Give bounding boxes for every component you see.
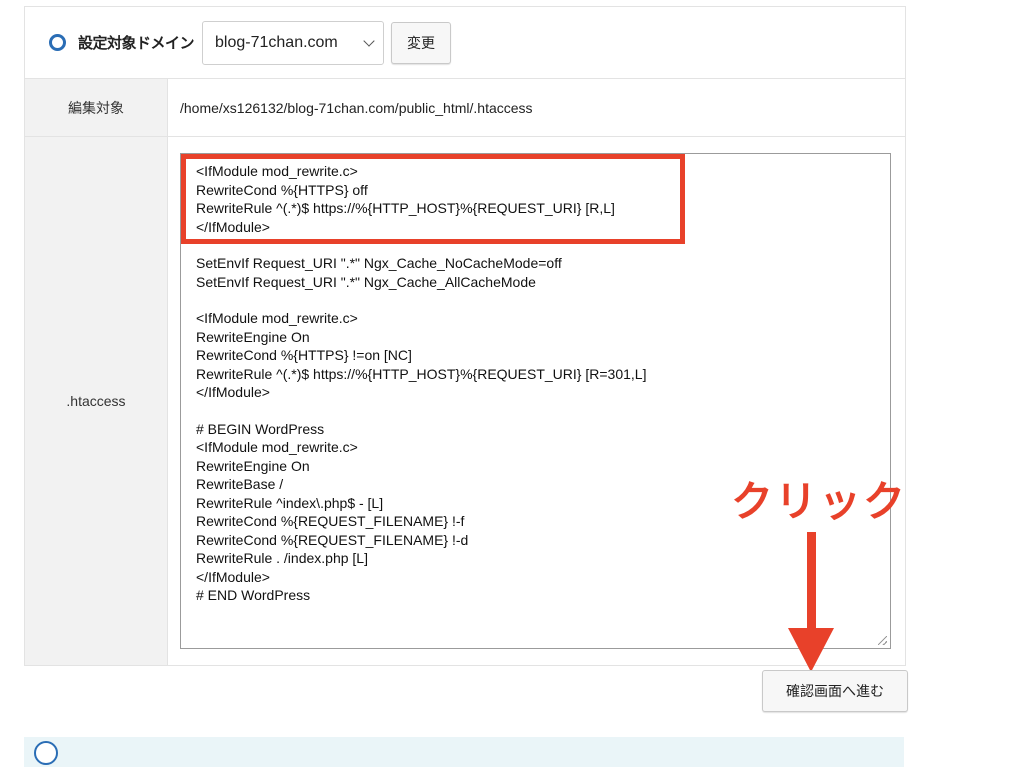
info-bar <box>24 737 904 767</box>
code-line: RewriteCond %{REQUEST_FILENAME} !-d <box>196 531 469 548</box>
htaccess-row: .htaccess <IfModule mod_rewrite.c> Rewrit… <box>25 137 905 665</box>
target-path: /home/xs126132/blog-71chan.com/public_ht… <box>180 99 533 116</box>
target-label: 編集対象 <box>25 79 168 136</box>
code-line: RewriteRule ^(.*)$ https://%{HTTP_HOST}%… <box>196 365 647 382</box>
code-line: SetEnvIf Request_URI ".*" Ngx_Cache_NoCa… <box>196 255 562 271</box>
code-line: <IfModule mod_rewrite.c> <box>196 310 358 326</box>
chevron-down-icon <box>363 34 375 47</box>
htaccess-cell: <IfModule mod_rewrite.c> RewriteCond %{HT… <box>168 137 905 665</box>
code-line: RewriteRule ^(.*)$ https://%{HTTP_HOST}%… <box>196 200 615 216</box>
info-icon <box>34 741 58 765</box>
change-button[interactable]: 変更 <box>391 21 452 64</box>
domain-select[interactable]: blog-71chan.com <box>202 20 385 65</box>
domain-select-value: blog-71chan.com <box>215 33 338 51</box>
target-row: 編集対象 /home/xs126132/blog-71chan.com/publ… <box>25 79 905 137</box>
code-line: RewriteEngine On <box>196 328 310 345</box>
code-line: # END WordPress <box>196 587 311 603</box>
settings-table: 設定対象ドメイン blog-71chan.com 変更 編集対象 /home/x… <box>24 6 906 666</box>
confirm-button[interactable]: 確認画面へ進む <box>762 670 908 712</box>
code-line: </IfModule> <box>196 218 270 235</box>
code-line: RewriteCond %{HTTPS} !=on [NC] <box>196 347 412 363</box>
settings-form: 設定対象ドメイン blog-71chan.com 変更 編集対象 /home/x… <box>24 6 906 666</box>
arrow-down-icon <box>788 628 834 672</box>
code-line: SetEnvIf Request_URI ".*" Ngx_Cache_AllC… <box>196 273 536 290</box>
code-line: </IfModule> <box>196 384 270 400</box>
code-line: <IfModule mod_rewrite.c> <box>196 163 358 179</box>
domain-row: 設定対象ドメイン blog-71chan.com 変更 <box>25 7 905 79</box>
code-line: RewriteCond %{HTTPS} off <box>196 181 368 198</box>
code-line: RewriteRule . /index.php [L] <box>196 550 368 566</box>
resize-handle-icon[interactable] <box>878 636 887 645</box>
htaccess-label: .htaccess <box>25 137 168 665</box>
arrow-shaft <box>807 532 816 632</box>
click-annotation: クリック <box>731 477 908 526</box>
domain-label: 設定対象ドメイン <box>78 34 195 52</box>
code-line: </IfModule> <box>196 568 270 585</box>
htaccess-textarea[interactable]: <IfModule mod_rewrite.c> RewriteCond %{HT… <box>180 153 891 649</box>
radio-selected-icon[interactable] <box>49 34 66 51</box>
code-line: # BEGIN WordPress <box>196 420 325 437</box>
code-line: <IfModule mod_rewrite.c> <box>196 439 358 455</box>
